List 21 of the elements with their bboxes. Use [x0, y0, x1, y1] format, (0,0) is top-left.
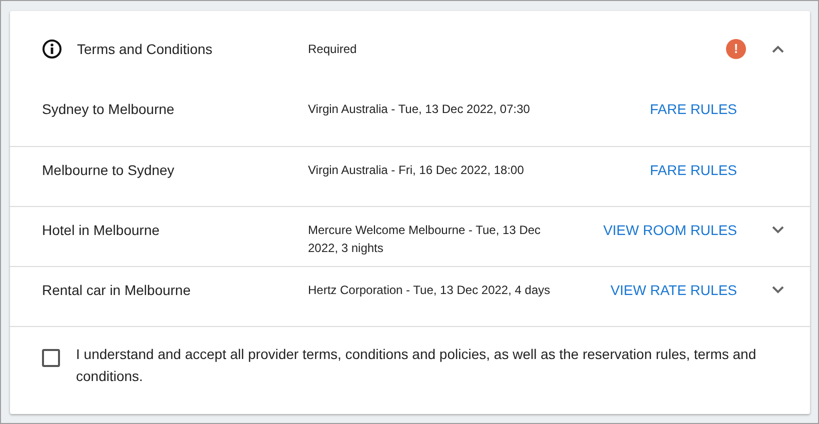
item-details: Virgin Australia - Fri, 16 Dec 2022, 18:00 — [308, 162, 525, 179]
item-details: Mercure Welcome Melbourne - Tue, 13 Dec 2022, 3 nights — [308, 222, 542, 257]
agreement-text: I understand and accept all provider terms, conditions and policies, as well as the reservation rules, terms and conditions. — [76, 345, 758, 386]
info-icon — [42, 38, 62, 58]
alert-badge: ! — [726, 38, 746, 58]
item-name: Hotel in Melbourne — [42, 221, 161, 239]
item-details: Virgin Australia - Tue, 13 Dec 2022, 07:30 — [308, 101, 531, 118]
item-name: Sydney to Melbourne — [42, 100, 176, 118]
item-name: Melbourne to Sydney — [42, 161, 176, 179]
required-label: Required — [308, 40, 358, 58]
rules-link[interactable]: FARE RULES — [650, 86, 737, 118]
item-details: Hertz Corporation - Tue, 13 Dec 2022, 4 days — [308, 282, 552, 299]
rules-link[interactable]: VIEW RATE RULES — [610, 267, 737, 299]
rules-link[interactable]: VIEW ROOM RULES — [603, 207, 737, 239]
chevron-down-icon[interactable] — [772, 286, 784, 294]
chevron-down-icon[interactable] — [772, 226, 784, 234]
section-title: Terms and Conditions — [77, 40, 212, 56]
agreement-checkbox[interactable] — [42, 349, 60, 367]
chevron-up-icon[interactable] — [772, 44, 784, 52]
rules-link[interactable]: FARE RULES — [650, 147, 737, 179]
item-name: Rental car in Melbourne — [42, 281, 192, 299]
